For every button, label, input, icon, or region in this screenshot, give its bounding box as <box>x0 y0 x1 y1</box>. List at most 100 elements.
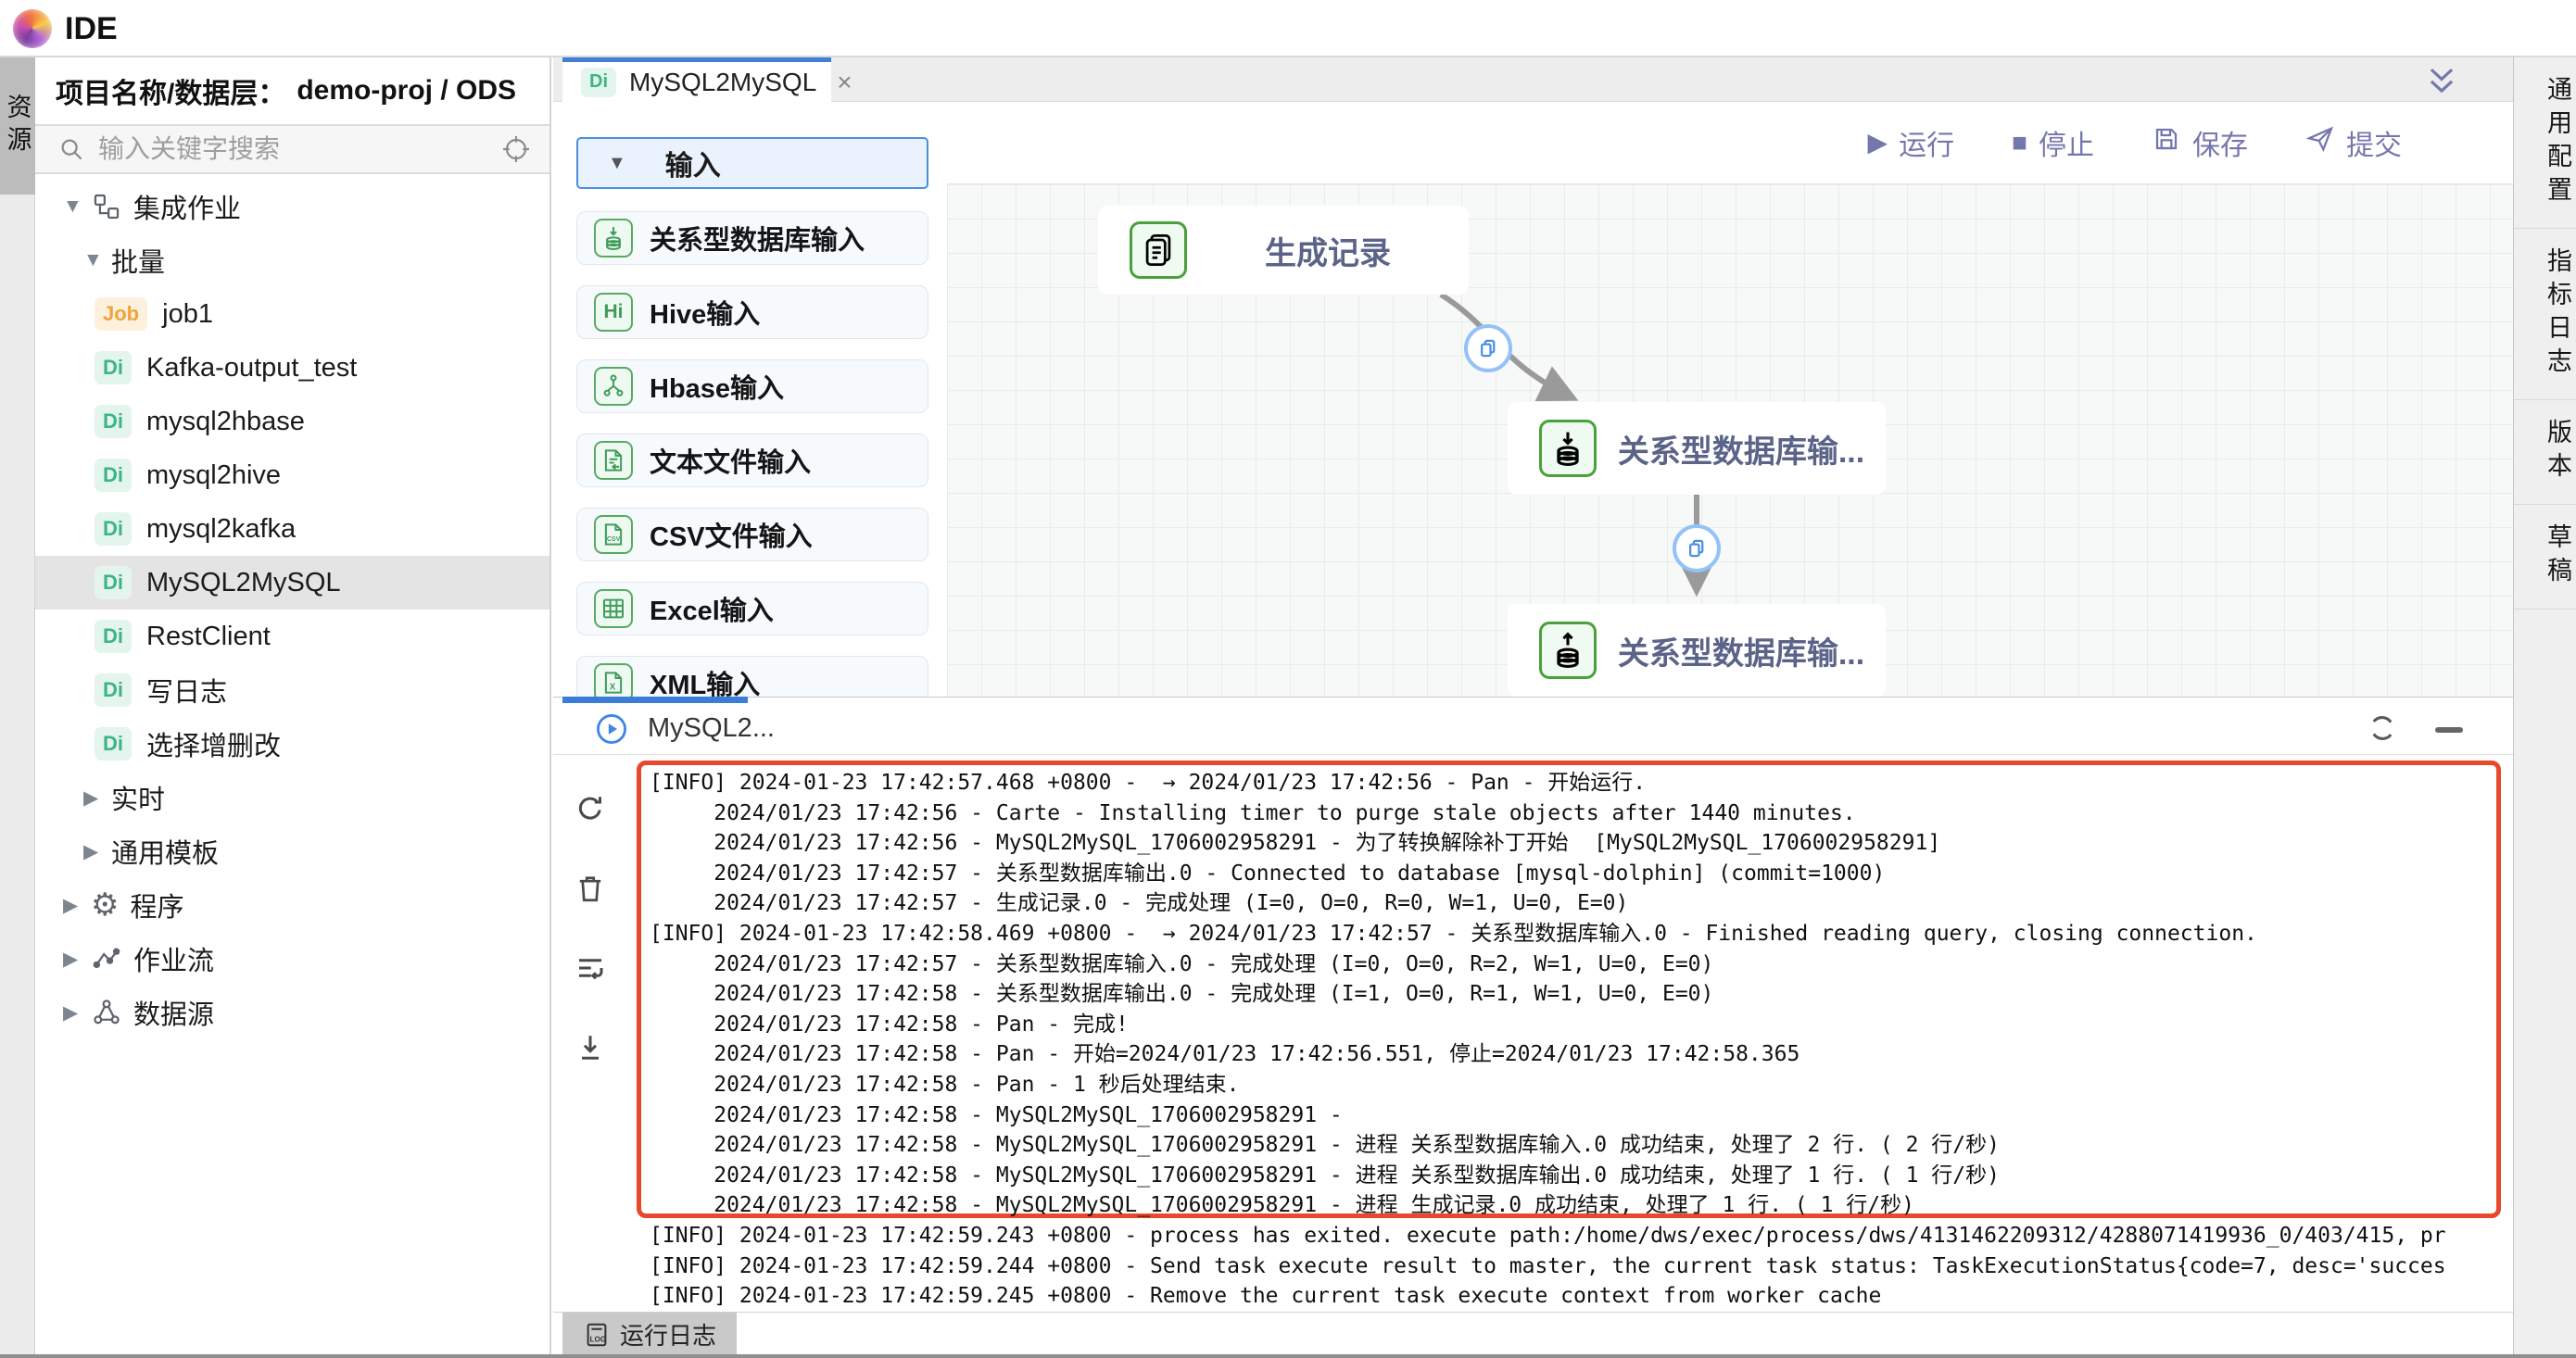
tree-item-程序[interactable]: ▶⚙程序 <box>35 878 549 932</box>
log-line: 2024/01/23 17:42:58 - Pan - 完成! <box>650 1010 1129 1039</box>
tab-close-icon[interactable]: × <box>837 68 852 97</box>
search-input[interactable] <box>98 134 501 164</box>
expander-closed-icon[interactable]: ▶ <box>63 894 91 917</box>
palette-item-Hbase输入[interactable]: Hbase输入 <box>576 359 928 413</box>
tab-type-badge: Di <box>581 68 616 97</box>
canvas-toolbar: ▶运行 ■停止 保存 提交 <box>947 102 2513 183</box>
rail-tab-指标日志[interactable]: 指标日志 <box>2514 229 2576 400</box>
tree-item-通用模板[interactable]: ▶通用模板 <box>35 824 549 878</box>
trash-icon[interactable] <box>574 872 607 905</box>
tree-item-集成作业[interactable]: ▼ 集成作业 <box>35 180 549 233</box>
save-icon <box>2152 124 2181 161</box>
tree-item-写日志[interactable]: Di写日志 <box>35 663 549 717</box>
locate-icon[interactable] <box>501 134 531 164</box>
palette-item-关系型数据库输入[interactable]: 关系型数据库输入 <box>576 211 928 265</box>
stop-button[interactable]: ■停止 <box>2012 122 2094 163</box>
type-badge-di: Di <box>95 512 132 546</box>
palette-item-文本文件输入[interactable]: 文本文件输入 <box>576 434 928 487</box>
flow-node-db-output[interactable]: 关系型数据库输... <box>1508 604 1886 697</box>
minimize-icon[interactable] <box>2435 727 2463 733</box>
log-header: MySQL2... <box>553 703 2513 755</box>
edge-copy-badge-icon[interactable] <box>1673 524 1721 572</box>
tree-item-实时[interactable]: ▶实时 <box>35 771 549 824</box>
palette-group-label: 输入 <box>665 143 721 183</box>
project-header-value: demo-proj / ODS <box>297 75 516 107</box>
node-label: 关系型数据库输... <box>1597 426 1886 472</box>
rail-tab-版本[interactable]: 版本 <box>2514 400 2576 505</box>
type-badge-di: Di <box>95 673 132 707</box>
run-log-tab[interactable]: LOG 运行日志 <box>562 1313 737 1356</box>
rail-tab-resources[interactable]: 资源 <box>0 57 35 195</box>
tree-item-Kafka-output_test[interactable]: DiKafka-output_test <box>35 341 549 395</box>
app-header: IDE <box>0 0 2576 57</box>
datasource-icon <box>91 997 122 1028</box>
collapse-double-chevron-icon[interactable] <box>2424 63 2459 98</box>
expander-open-icon[interactable]: ▼ <box>83 249 111 271</box>
tree-item-label: 批量 <box>111 241 165 280</box>
type-badge-di: Di <box>95 727 132 761</box>
expander-closed-icon[interactable]: ▶ <box>63 948 91 971</box>
node-label: 关系型数据库输... <box>1597 628 1886 673</box>
type-badge-di: Di <box>95 351 132 384</box>
search-bar <box>35 126 549 174</box>
sync-icon[interactable] <box>2367 712 2398 744</box>
flow-node-db-input[interactable]: 关系型数据库输... <box>1508 402 1886 495</box>
submit-button[interactable]: 提交 <box>2305 122 2402 163</box>
type-badge-di: Di <box>95 459 132 492</box>
refresh-icon[interactable] <box>574 792 607 825</box>
tree-item-mysql2hive[interactable]: Dimysql2hive <box>35 448 549 502</box>
left-rail: 资源 <box>0 57 35 1354</box>
log-line: 2024/01/23 17:42:56 - Carte - Installing… <box>650 798 1856 828</box>
save-button[interactable]: 保存 <box>2152 122 2248 163</box>
tree-item-RestClient[interactable]: DiRestClient <box>35 610 549 663</box>
database-output-icon <box>1539 622 1597 679</box>
csv-file-icon: CSV <box>594 515 633 554</box>
project-header-label: 项目名称/数据层： <box>56 70 285 111</box>
flow-canvas[interactable]: ▶运行 ■停止 保存 提交 生成记录 关系型数据库输... 关系型数据库输... <box>947 102 2513 698</box>
expander-open-icon[interactable]: ▼ <box>63 195 91 218</box>
tree-item-mysql2kafka[interactable]: Dimysql2kafka <box>35 502 549 556</box>
tree-item-mysql2hbase[interactable]: Dimysql2hbase <box>35 395 549 448</box>
palette-item-CSV文件输入[interactable]: CSVCSV文件输入 <box>576 508 928 561</box>
tab-mysql2mysql[interactable]: Di MySQL2MySQL × <box>562 57 831 102</box>
save-button-label: 保存 <box>2192 122 2248 163</box>
project-header: 项目名称/数据层： demo-proj / ODS <box>35 57 549 126</box>
palette-group-input[interactable]: ▼ 输入 <box>576 137 928 189</box>
tree-item-label: 集成作业 <box>133 187 241 226</box>
gear-icon: ⚙ <box>91 889 119 921</box>
run-button[interactable]: ▶运行 <box>1868 122 1955 163</box>
wrap-icon[interactable] <box>574 951 607 985</box>
rail-tab-通用配置[interactable]: 通用配置 <box>2514 57 2576 229</box>
tree-item-批量[interactable]: ▼批量 <box>35 233 549 287</box>
ide-window: IDE 资源 项目名称/数据层： demo-proj / ODS ▼集成作业▼批… <box>0 0 2576 1358</box>
flow-node-generate-records[interactable]: 生成记录 <box>1098 206 1469 295</box>
expander-closed-icon[interactable]: ▶ <box>63 1001 91 1025</box>
tree-item-label: 作业流 <box>133 939 214 978</box>
log-progress-bar <box>562 697 748 703</box>
database-input-icon <box>1539 420 1597 477</box>
tree-item-MySQL2MySQL[interactable]: DiMySQL2MySQL <box>35 556 549 610</box>
to-bottom-icon[interactable] <box>574 1031 607 1064</box>
palette-item-label: 关系型数据库输入 <box>650 219 865 258</box>
log-line: [INFO] 2024-01-23 17:42:59.244 +0800 - S… <box>650 1251 2446 1281</box>
palette-item-label: XML输入 <box>650 663 760 698</box>
tree-item-label: mysql2hbase <box>146 407 305 437</box>
svg-text:X: X <box>610 683 616 693</box>
log-line: [INFO] 2024-01-23 17:42:59.243 +0800 - p… <box>650 1221 2446 1251</box>
expander-closed-icon[interactable]: ▶ <box>83 840 111 863</box>
tree-item-job1[interactable]: Jobjob1 <box>35 287 549 341</box>
tree-item-选择增删改[interactable]: Di选择增删改 <box>35 717 549 771</box>
expander-closed-icon[interactable]: ▶ <box>83 786 111 810</box>
tree-item-数据源[interactable]: ▶数据源 <box>35 986 549 1039</box>
tree-item-label: job1 <box>162 299 213 330</box>
tree-item-作业流[interactable]: ▶ 作业流 <box>35 932 549 986</box>
palette-item-XML输入[interactable]: X XML输入 <box>576 656 928 698</box>
palette-item-Excel输入[interactable]: Excel输入 <box>576 582 928 635</box>
editor-tabbar: Di MySQL2MySQL × <box>553 57 2513 102</box>
log-content[interactable]: [INFO] 2024-01-23 17:42:57.468 +0800 - →… <box>627 755 2513 1312</box>
palette-item-Hive输入[interactable]: HiHive输入 <box>576 285 928 339</box>
rail-tab-草稿[interactable]: 草稿 <box>2514 505 2576 610</box>
log-line: [INFO] 2024-01-23 17:42:57.468 +0800 - →… <box>650 768 1646 798</box>
edge-copy-badge-icon[interactable] <box>1464 324 1512 372</box>
log-line: 2024/01/23 17:42:58 - Pan - 1 秒后处理结束. <box>650 1070 1240 1100</box>
